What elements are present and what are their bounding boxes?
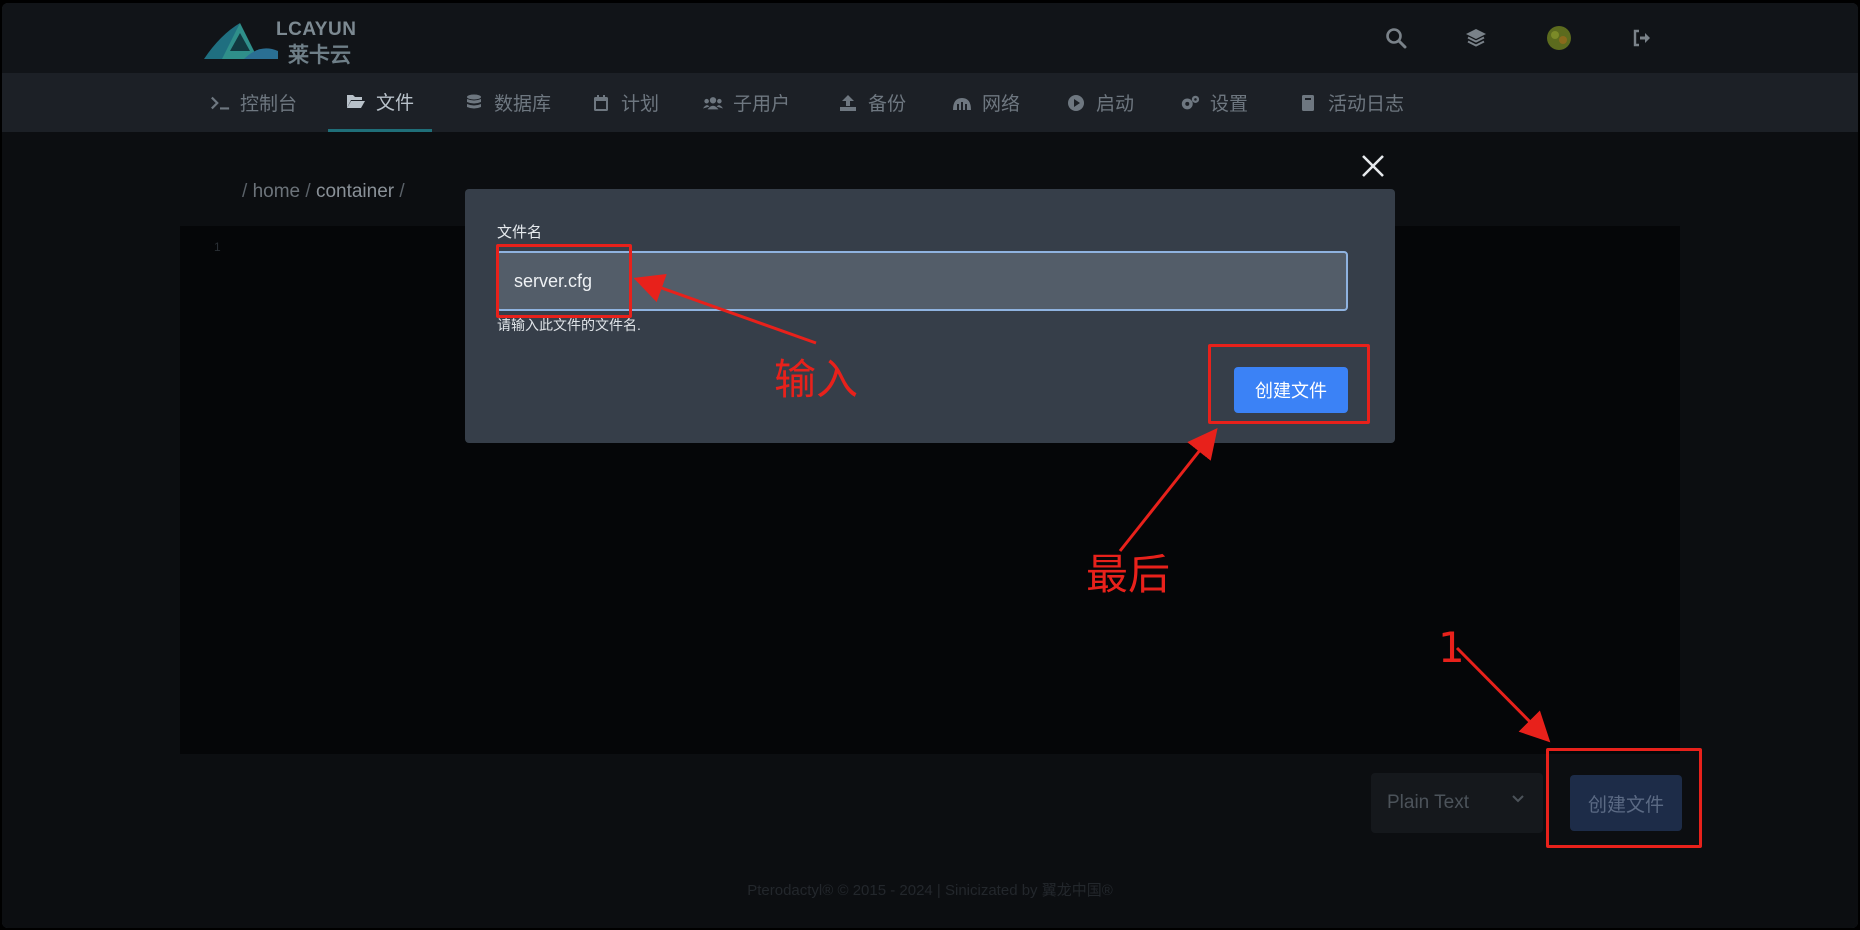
breadcrumb-container[interactable]: container	[316, 181, 394, 202]
cogs-icon	[1180, 93, 1200, 113]
tab-files[interactable]: 文件	[328, 73, 433, 132]
logo-mark-icon	[204, 23, 278, 59]
tab-console-label: 控制台	[240, 94, 298, 115]
play-circle-icon	[1066, 93, 1086, 113]
book-icon	[1298, 93, 1318, 113]
search-icon[interactable]	[1383, 25, 1409, 51]
annotation-box-bottom-button	[1546, 748, 1702, 848]
breadcrumb-separator: /	[399, 181, 405, 202]
annotation-step-one: 1	[1438, 623, 1465, 672]
database-icon	[464, 93, 484, 113]
annotation-box-input	[496, 244, 632, 318]
tab-network[interactable]: 网络	[952, 73, 1020, 132]
footer-credit: Pterodactyl® © 2015 - 2024 | Sinicizated…	[747, 882, 1113, 899]
annotation-last-note: 最后	[1086, 550, 1171, 599]
breadcrumb-separator: /	[305, 181, 311, 202]
tab-settings[interactable]: 设置	[1180, 73, 1248, 132]
calendar-icon	[591, 93, 611, 113]
close-icon[interactable]	[1359, 152, 1387, 180]
breadcrumb-separator: /	[242, 181, 248, 202]
chevron-down-icon	[1512, 795, 1524, 803]
breadcrumb: / home / container /	[242, 181, 405, 203]
logout-icon[interactable]	[1629, 25, 1655, 51]
tab-databases[interactable]: 数据库	[464, 73, 551, 132]
upload-icon	[838, 93, 858, 113]
tab-files-label: 文件	[376, 92, 415, 114]
logo-text-cn: 莱卡云	[288, 44, 351, 67]
tab-network-label: 网络	[982, 94, 1021, 115]
terminal-icon	[210, 93, 230, 113]
tab-startup-label: 启动	[1096, 94, 1135, 115]
logo-text-en: LCAYUN	[276, 19, 357, 40]
network-icon	[952, 93, 972, 113]
tab-schedules[interactable]: 计划	[591, 73, 659, 132]
tab-schedules-label: 计划	[621, 94, 660, 115]
file-name-label: 文件名	[497, 224, 543, 241]
app-window: LCAYUN 莱卡云 控制台 文件 数据库 计划 子用户 备份 网络 启动 设置…	[2, 3, 1858, 928]
logo[interactable]: LCAYUN 莱卡云	[200, 15, 370, 67]
tab-databases-label: 数据库	[494, 94, 552, 115]
server-nav: 控制台 文件 数据库 计划 子用户 备份 网络 启动 设置 活动日志	[2, 73, 1858, 132]
annotation-input-note: 输入	[774, 355, 859, 404]
top-bar: LCAYUN 莱卡云	[2, 3, 1858, 73]
tab-settings-label: 设置	[1210, 94, 1249, 115]
layers-icon[interactable]	[1463, 25, 1489, 51]
annotation-box-submit	[1208, 344, 1370, 424]
avatar[interactable]	[1546, 25, 1572, 51]
line-number: 1	[214, 240, 221, 254]
file-name-hint: 请输入此文件的文件名.	[497, 317, 641, 333]
tab-users[interactable]: 子用户	[703, 73, 790, 132]
tab-backups[interactable]: 备份	[838, 73, 906, 132]
breadcrumb-home[interactable]: home	[253, 181, 301, 202]
tab-users-label: 子用户	[733, 94, 791, 115]
tab-activity[interactable]: 活动日志	[1298, 73, 1404, 132]
folder-open-icon	[346, 91, 366, 111]
language-select[interactable]: Plain Text	[1371, 773, 1543, 833]
language-select-value: Plain Text	[1387, 792, 1470, 813]
users-icon	[703, 93, 723, 113]
tab-activity-label: 活动日志	[1328, 94, 1405, 115]
tab-backups-label: 备份	[868, 94, 907, 115]
tab-console[interactable]: 控制台	[210, 73, 297, 132]
tab-startup[interactable]: 启动	[1066, 73, 1134, 132]
